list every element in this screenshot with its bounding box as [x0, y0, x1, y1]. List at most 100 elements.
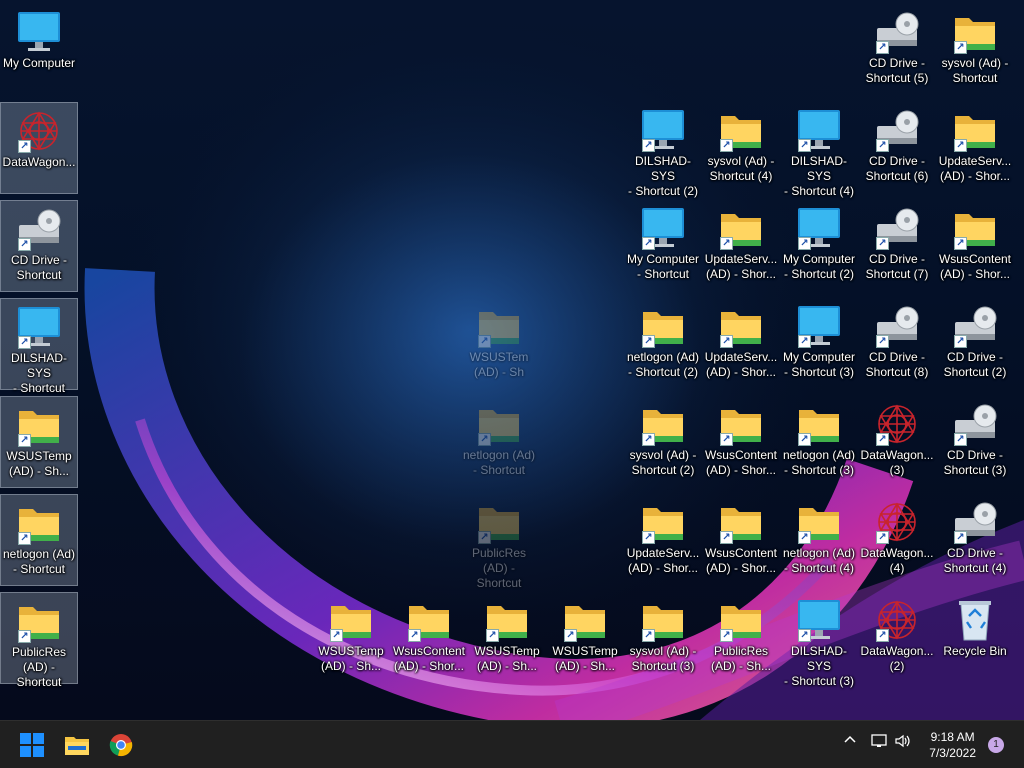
- datawagon-icon: ↗: [873, 500, 921, 544]
- desktop-icon[interactable]: ↗ netlogon (Ad) - Shortcut: [0, 494, 78, 586]
- monitor-icon: ↗: [15, 305, 63, 349]
- desktop-icon-label: netlogon (Ad) - Shortcut (3): [782, 448, 856, 477]
- desktop-icon[interactable]: ↗ DILSHAD-SYS - Shortcut (3): [780, 592, 858, 688]
- desktop-icon[interactable]: ↗ My Computer - Shortcut: [624, 200, 702, 292]
- cd-icon: ↗: [951, 304, 999, 348]
- desktop-icon[interactable]: ↗ PublicRes (AD) - Shortcut: [0, 592, 78, 689]
- desktop-icon-label: WSUSTemp (AD) - Sh...: [318, 644, 384, 673]
- folder-icon: ↗: [951, 108, 999, 152]
- desktop-icon[interactable]: ↗ netlogon (Ad) - Shortcut (3): [780, 396, 858, 488]
- speaker-icon: [895, 734, 910, 748]
- system-clock[interactable]: 9:18 AM 7/3/2022: [929, 729, 976, 761]
- folder-icon: ↗: [475, 500, 523, 544]
- start-button[interactable]: [14, 727, 50, 763]
- desktop-icon-label: UpdateServ... (AD) - Shor...: [704, 252, 778, 281]
- desktop-icon[interactable]: ↗ WsusContent (AD) - Shor...: [702, 396, 780, 488]
- shortcut-arrow-icon: ↗: [330, 629, 343, 642]
- desktop-icon[interactable]: ↗ WsusContent (AD) - Shor...: [936, 200, 1014, 292]
- desktop-icon[interactable]: ↗ My Computer - Shortcut (2): [780, 200, 858, 292]
- desktop-icon[interactable]: ↗ sysvol (Ad) - Shortcut (4): [702, 102, 780, 194]
- shortcut-arrow-icon: ↗: [954, 335, 967, 348]
- shortcut-arrow-icon: ↗: [642, 433, 655, 446]
- desktop-icon[interactable]: ↗ DataWagon... (3): [858, 396, 936, 488]
- volume-control[interactable]: [894, 733, 912, 752]
- monitor-icon: ↗: [639, 108, 687, 152]
- desktop-icon[interactable]: ↗ sysvol (Ad) - Shortcut: [936, 4, 1014, 96]
- shortcut-arrow-icon: ↗: [954, 139, 967, 152]
- taskbar: 9:18 AM 7/3/2022 1: [0, 720, 1024, 768]
- desktop-icon[interactable]: ↗ CD Drive - Shortcut (5): [858, 4, 936, 96]
- desktop-icon[interactable]: ↗ DILSHAD-SYS - Shortcut (2): [624, 102, 702, 198]
- desktop-icon[interactable]: ↗ CD Drive - Shortcut (8): [858, 298, 936, 390]
- file-explorer-button[interactable]: [59, 727, 95, 763]
- desktop-icon[interactable]: ↗ CD Drive - Shortcut (4): [936, 494, 1014, 586]
- datawagon-icon: ↗: [873, 598, 921, 642]
- cd-icon: ↗: [873, 108, 921, 152]
- desktop-icon[interactable]: ↗ DILSHAD-SYS - Shortcut: [0, 298, 78, 395]
- desktop-icon-label: CD Drive - Shortcut (3): [943, 448, 1007, 477]
- desktop-icon[interactable]: ↗ netlogon (Ad) - Shortcut (2): [624, 298, 702, 390]
- cd-icon: ↗: [951, 500, 999, 544]
- desktop-icon[interactable]: ↗ UpdateServ... (AD) - Shor...: [702, 200, 780, 292]
- shortcut-arrow-icon: ↗: [876, 139, 889, 152]
- desktop-icon[interactable]: ↗ My Computer - Shortcut (3): [780, 298, 858, 390]
- desktop-icon[interactable]: ↗ WsusContent (AD) - Shor...: [702, 494, 780, 586]
- datawagon-icon: ↗: [15, 109, 63, 153]
- desktop-icon[interactable]: ↗ UpdateServ... (AD) - Shor...: [624, 494, 702, 586]
- shortcut-arrow-icon: ↗: [486, 629, 499, 642]
- shortcut-arrow-icon: ↗: [876, 433, 889, 446]
- desktop-icon[interactable]: Recycle Bin: [936, 592, 1014, 684]
- desktop-icon[interactable]: My Computer: [0, 4, 78, 96]
- desktop-icon[interactable]: ↗ CD Drive - Shortcut (6): [858, 102, 936, 194]
- desktop-icon-label: DataWagon... (3): [860, 448, 934, 477]
- shortcut-arrow-icon: ↗: [720, 335, 733, 348]
- drag-ghost-icon: ↗ WSUSTem (AD) - Sh: [460, 298, 538, 390]
- desktop-icon[interactable]: ↗ sysvol (Ad) - Shortcut (2): [624, 396, 702, 488]
- desktop-icon[interactable]: ↗ WsusContent (AD) - Shor...: [390, 592, 468, 684]
- desktop-icon[interactable]: ↗ DataWagon... (2): [858, 592, 936, 684]
- shortcut-arrow-icon: ↗: [798, 335, 811, 348]
- shortcut-arrow-icon: ↗: [18, 140, 31, 153]
- shortcut-arrow-icon: ↗: [798, 433, 811, 446]
- shortcut-arrow-icon: ↗: [876, 531, 889, 544]
- monitor-icon: [15, 10, 63, 54]
- desktop-icon[interactable]: ↗ UpdateServ... (AD) - Shor...: [702, 298, 780, 390]
- desktop-icon[interactable]: ↗ CD Drive - Shortcut (3): [936, 396, 1014, 488]
- cd-icon: ↗: [951, 402, 999, 446]
- desktop-icon-label: CD Drive - Shortcut (2): [943, 350, 1007, 379]
- shortcut-arrow-icon: ↗: [18, 630, 31, 643]
- desktop-icon-label: DILSHAD-SYS - Shortcut: [10, 351, 67, 395]
- desktop-icon-label: DataWagon...: [2, 155, 76, 169]
- notification-badge[interactable]: 1: [988, 737, 1004, 753]
- desktop-icon[interactable]: ↗ sysvol (Ad) - Shortcut (3): [624, 592, 702, 684]
- chrome-button[interactable]: [103, 727, 139, 763]
- desktop-icon[interactable]: ↗ WSUSTemp (AD) - Sh...: [468, 592, 546, 684]
- desktop-icon[interactable]: ↗ WSUSTemp (AD) - Sh...: [546, 592, 624, 684]
- folder-icon: ↗: [405, 598, 453, 642]
- shortcut-arrow-icon: ↗: [18, 238, 31, 251]
- desktop-icon[interactable]: ↗ netlogon (Ad) - Shortcut (4): [780, 494, 858, 586]
- folder-icon: ↗: [15, 599, 63, 643]
- desktop-icon[interactable]: ↗ DILSHAD-SYS - Shortcut (4): [780, 102, 858, 198]
- desktop-icon[interactable]: ↗ CD Drive - Shortcut: [0, 200, 78, 292]
- folder-icon: ↗: [795, 402, 843, 446]
- desktop-icon[interactable]: ↗ DataWagon... (4): [858, 494, 936, 586]
- shortcut-arrow-icon: ↗: [720, 139, 733, 152]
- desktop[interactable]: My Computer ↗ DataWagon... ↗ CD Drive - Shor…: [0, 0, 1024, 720]
- desktop-icon[interactable]: ↗ WSUSTemp (AD) - Sh...: [312, 592, 390, 684]
- folder-icon: ↗: [639, 598, 687, 642]
- desktop-icon-label: sysvol (Ad) - Shortcut (2): [629, 448, 697, 477]
- desktop-icon[interactable]: ↗ CD Drive - Shortcut (7): [858, 200, 936, 292]
- desktop-icon-label: WsusContent (AD) - Shor...: [392, 644, 466, 673]
- desktop-icon-label: UpdateServ... (AD) - Shor...: [626, 546, 700, 575]
- desktop-icon[interactable]: ↗ PublicRes (AD) - Sh...: [702, 592, 780, 684]
- shortcut-arrow-icon: ↗: [954, 433, 967, 446]
- network-status[interactable]: [870, 733, 888, 752]
- desktop-icon[interactable]: ↗ UpdateServ... (AD) - Shor...: [936, 102, 1014, 194]
- desktop-icon[interactable]: ↗ CD Drive - Shortcut (2): [936, 298, 1014, 390]
- desktop-icon[interactable]: ↗ WSUSTemp (AD) - Sh...: [0, 396, 78, 488]
- folder-icon: ↗: [483, 598, 531, 642]
- folder-icon: ↗: [639, 402, 687, 446]
- show-hidden-icons-chevron[interactable]: [843, 733, 857, 750]
- desktop-icon[interactable]: ↗ DataWagon...: [0, 102, 78, 194]
